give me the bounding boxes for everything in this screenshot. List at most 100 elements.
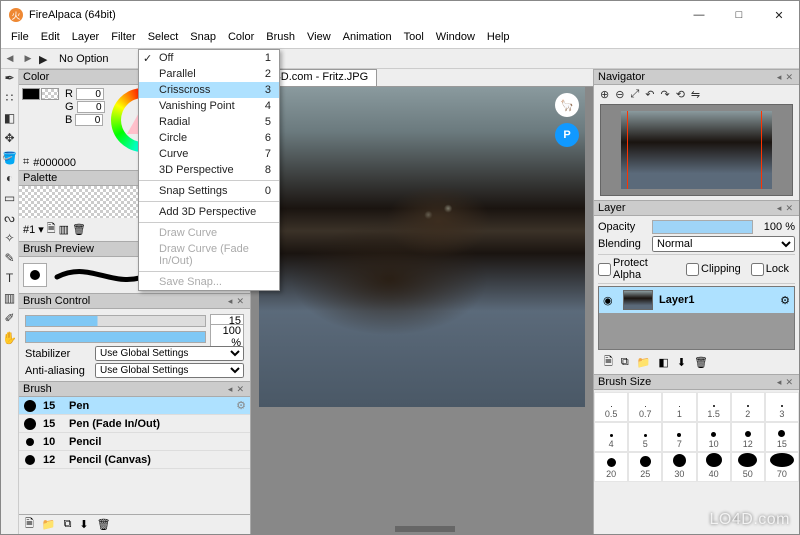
clipping-checkbox[interactable]: Clipping [686, 263, 741, 276]
brush-folder-icon[interactable]: 📁 [42, 518, 56, 531]
brush-size-cell[interactable]: 40 [697, 452, 731, 482]
bg-swatch[interactable] [41, 88, 59, 100]
hex-value[interactable]: #000000 [33, 157, 76, 169]
gear-icon[interactable]: ⚙ [236, 399, 246, 412]
brush-row[interactable]: 15Pen⚙ [19, 397, 250, 415]
menu-layer[interactable]: Layer [66, 29, 106, 48]
menu-brush[interactable]: Brush [260, 29, 301, 48]
bucket-tool-icon[interactable]: 🪣 [3, 151, 17, 165]
brush-size-cell[interactable]: 2 [731, 392, 765, 422]
palette-preset[interactable]: #1 [23, 224, 35, 236]
brush-row[interactable]: 10Pencil [19, 433, 250, 451]
brush-size-cell[interactable]: 50 [731, 452, 765, 482]
stabilizer-select[interactable]: Use Global Settings [95, 346, 244, 361]
rotate-ccw-icon[interactable]: ↶ [645, 88, 654, 101]
brush-size-cell[interactable]: 4 [594, 422, 628, 452]
move-tool-icon[interactable]: ✥ [3, 131, 17, 145]
hand-tool-icon[interactable]: ✋ [3, 331, 17, 345]
antialias-select[interactable]: Use Global Settings [95, 363, 244, 378]
snap-radial[interactable]: Radial5 [139, 114, 279, 130]
brush-size-cell[interactable]: 7 [662, 422, 696, 452]
history-fwd-icon[interactable]: ▶ [21, 52, 35, 66]
brush-size-cell[interactable]: 0.5 [594, 392, 628, 422]
zoom-out-icon[interactable]: ⊖ [615, 88, 624, 101]
eraser-tool-icon[interactable]: ◧ [3, 111, 17, 125]
snap-parallel[interactable]: Parallel2 [139, 66, 279, 82]
folder-layer-icon[interactable]: 📁 [637, 356, 651, 369]
zoom-in-icon[interactable]: ⊕ [600, 88, 609, 101]
reset-rotate-icon[interactable]: ⟲ [676, 88, 685, 101]
protect-alpha-checkbox[interactable]: Protect Alpha [598, 257, 676, 281]
b-input[interactable] [75, 114, 103, 126]
dot-tool-icon[interactable]: ∷ [3, 91, 17, 105]
menu-filter[interactable]: Filter [105, 29, 141, 48]
flip-icon[interactable]: ⇋ [691, 88, 700, 101]
menu-tool[interactable]: Tool [398, 29, 430, 48]
gradient-tool-icon[interactable]: ◐ [3, 171, 17, 185]
lock-checkbox[interactable]: Lock [751, 263, 789, 276]
brush-size-cell[interactable]: 70 [765, 452, 799, 482]
h-scrollbar[interactable] [395, 526, 455, 532]
navigator-preview[interactable] [600, 104, 793, 196]
mask-icon[interactable]: ◧ [658, 356, 668, 369]
snap-vanishing-point[interactable]: Vanishing Point4 [139, 98, 279, 114]
merge-down-icon[interactable]: ⬇ [677, 356, 686, 369]
brush-size-cell[interactable]: 0.7 [628, 392, 662, 422]
menu-help[interactable]: Help [481, 29, 516, 48]
alpaca-badge-icon[interactable]: 🦙 [555, 93, 579, 117]
r-input[interactable] [76, 88, 104, 100]
menu-file[interactable]: File [5, 29, 35, 48]
brush-size-cell[interactable]: 1 [662, 392, 696, 422]
pixiv-badge-icon[interactable]: P [555, 123, 579, 147]
brush-dup-icon[interactable]: ⧉ [64, 518, 72, 531]
menu-color[interactable]: Color [222, 29, 260, 48]
layer-name[interactable]: Layer1 [659, 294, 774, 306]
divide-tool-icon[interactable]: ▥ [3, 291, 17, 305]
brush-tool-icon[interactable]: ✒ [3, 71, 17, 85]
visibility-icon[interactable]: ◉ [603, 294, 617, 307]
selectpen-tool-icon[interactable]: ✎ [3, 251, 17, 265]
brush-size-cell[interactable]: 1.5 [697, 392, 731, 422]
size-slider[interactable] [25, 315, 206, 327]
wand-tool-icon[interactable]: ✧ [3, 231, 17, 245]
snap-curve[interactable]: Curve7 [139, 146, 279, 162]
brush-size-cell[interactable]: 30 [662, 452, 696, 482]
rotate-cw-icon[interactable]: ↷ [660, 88, 669, 101]
menu-select[interactable]: Select [142, 29, 185, 48]
delete-layer-icon[interactable]: 🗑 [694, 356, 708, 369]
brush-size-cell[interactable]: 5 [628, 422, 662, 452]
gear-icon[interactable]: ⚙ [780, 294, 790, 307]
layer-row[interactable]: ◉ Layer1 ⚙ [599, 287, 794, 313]
brush-trash-icon[interactable]: 🗑 [97, 518, 111, 531]
close-button[interactable]: ✕ [759, 1, 799, 29]
trash-icon[interactable]: 🗑 [72, 223, 86, 236]
brush-size-cell[interactable]: 20 [594, 452, 628, 482]
blend-select[interactable]: Normal [652, 236, 795, 252]
play-icon[interactable]: ▶ [39, 53, 51, 65]
snap-3d-perspective[interactable]: 3D Perspective8 [139, 162, 279, 178]
snap-crisscross[interactable]: Crisscross3 [139, 82, 279, 98]
history-back-icon[interactable]: ◀ [3, 52, 17, 66]
snap-circle[interactable]: Circle6 [139, 130, 279, 146]
menu-window[interactable]: Window [430, 29, 481, 48]
menu-view[interactable]: View [301, 29, 337, 48]
brush-size-cell[interactable]: 10 [697, 422, 731, 452]
fg-swatch[interactable] [22, 88, 40, 100]
brush-size-cell[interactable]: 15 [765, 422, 799, 452]
g-input[interactable] [77, 101, 105, 113]
folder-icon[interactable]: ▥ [59, 223, 69, 236]
brush-size-cell[interactable]: 12 [731, 422, 765, 452]
fit-icon[interactable]: ⤢ [630, 88, 639, 101]
brush-size-cell[interactable]: 25 [628, 452, 662, 482]
opacity-slider[interactable] [25, 331, 206, 343]
eyedropper-tool-icon[interactable]: ✐ [3, 311, 17, 325]
menu-edit[interactable]: Edit [35, 29, 66, 48]
snap-settings[interactable]: Snap Settings0 [139, 183, 279, 199]
menu-animation[interactable]: Animation [337, 29, 398, 48]
brush-dl-icon[interactable]: ⬇ [79, 518, 88, 531]
snap-off[interactable]: ✓Off1 [139, 50, 279, 66]
brush-size-cell[interactable]: 3 [765, 392, 799, 422]
maximize-button[interactable]: □ [719, 1, 759, 29]
text-tool-icon[interactable]: T [3, 271, 17, 285]
canvas[interactable]: 🦙 P [251, 87, 593, 534]
